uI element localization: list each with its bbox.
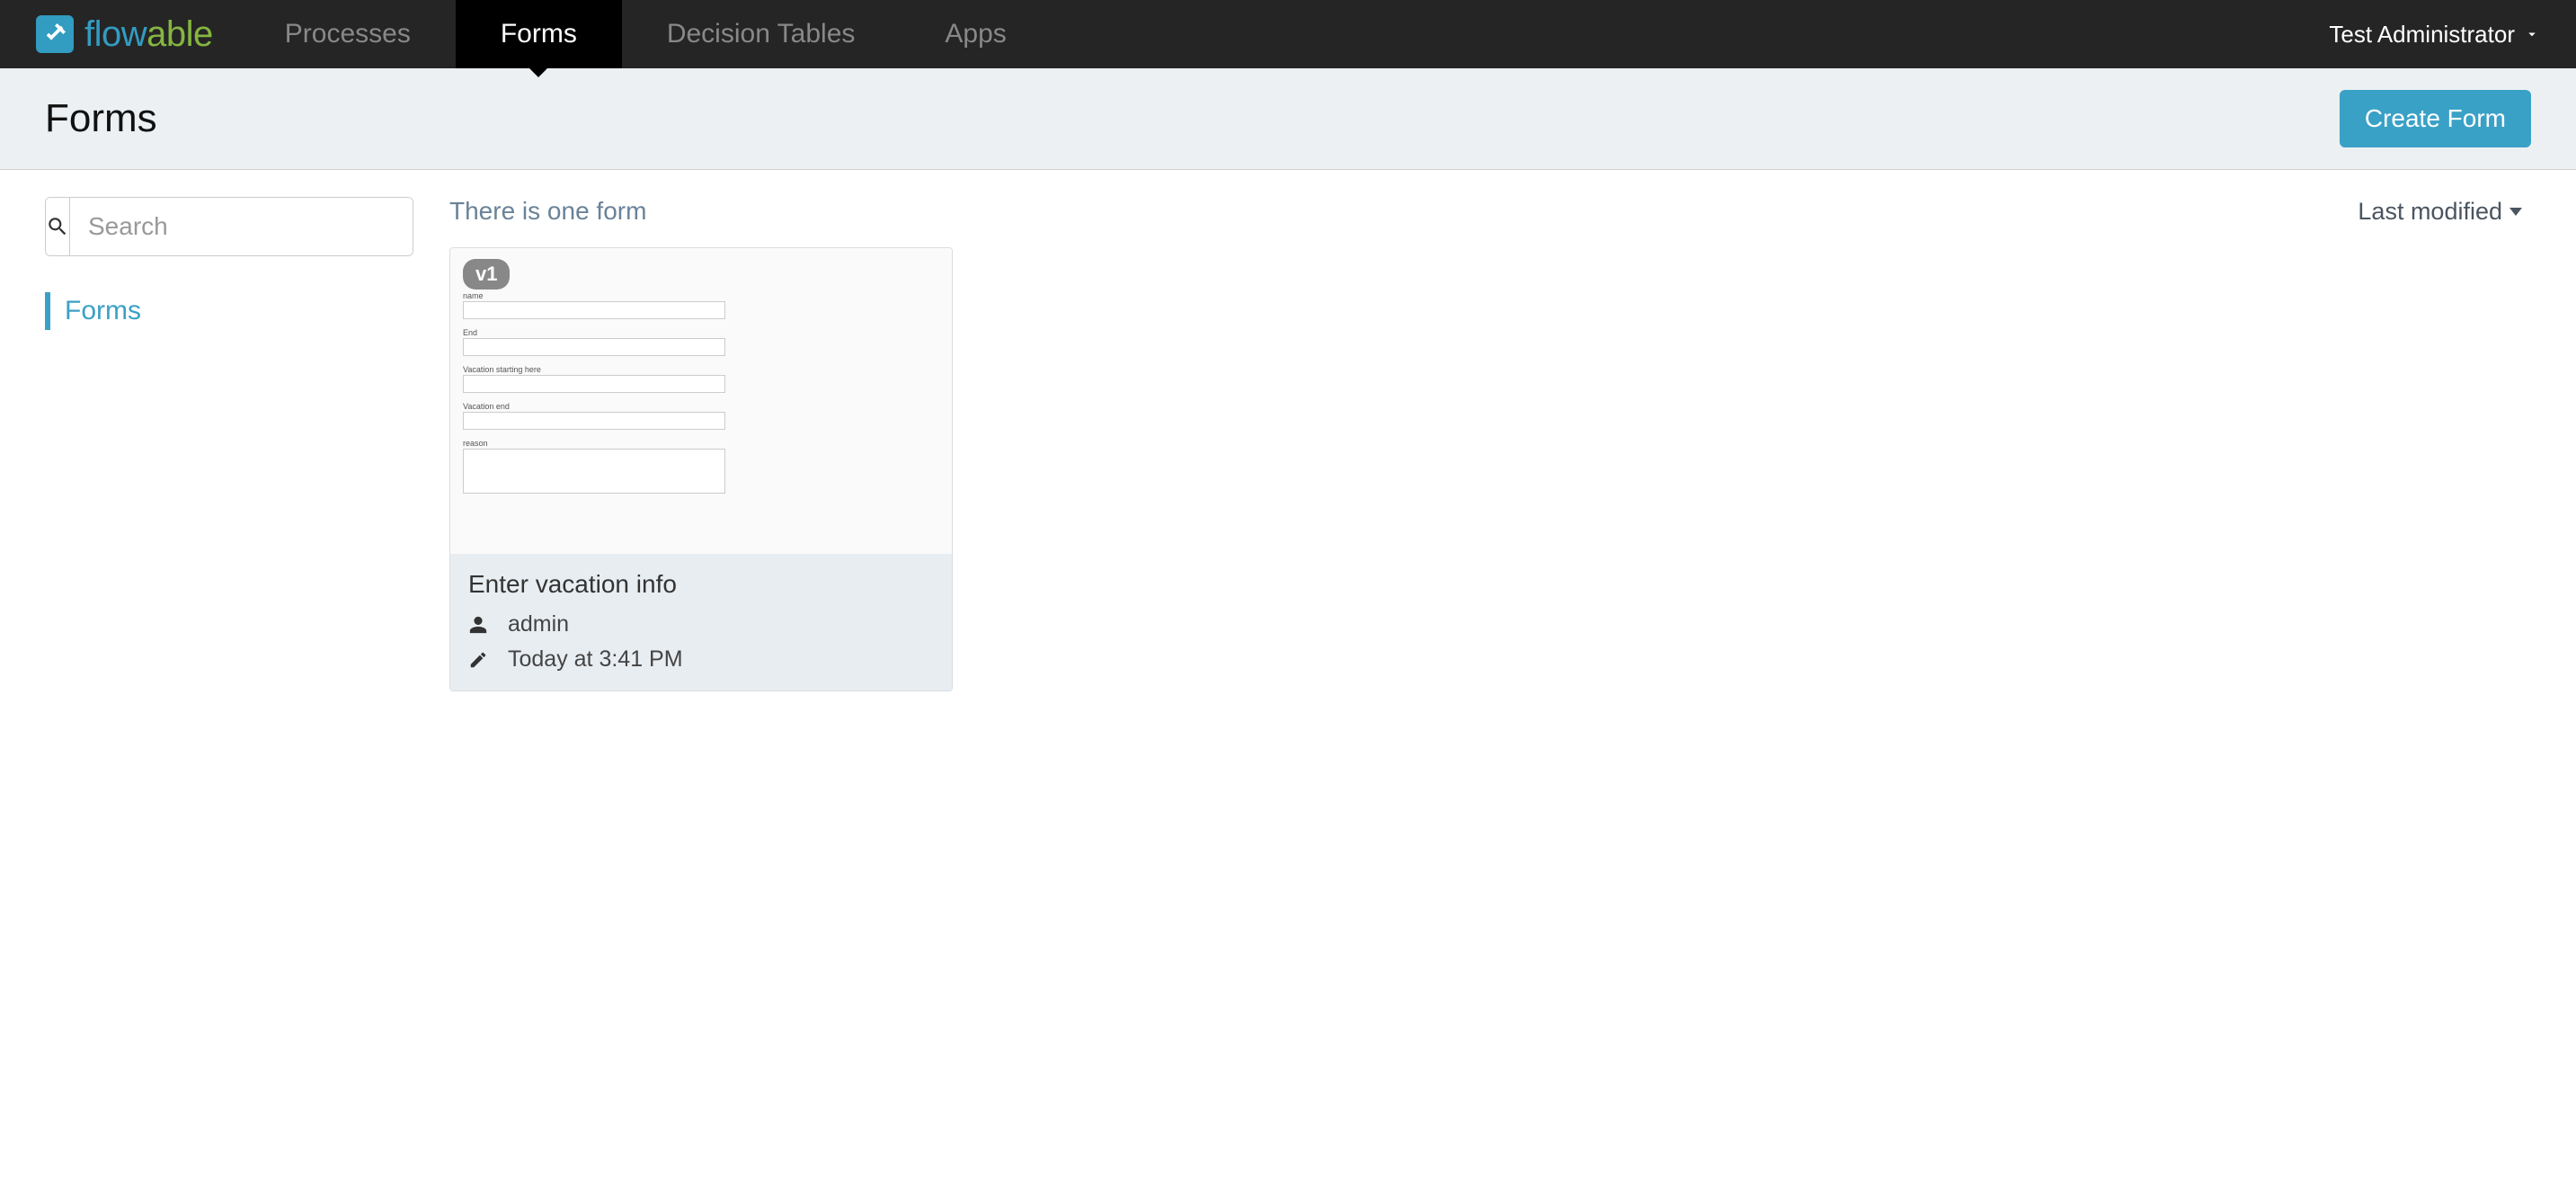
page-title: Forms xyxy=(45,96,157,141)
brand-logo-icon xyxy=(36,15,74,53)
card-author: admin xyxy=(508,611,569,637)
card-modified: Today at 3:41 PM xyxy=(508,646,683,673)
preview-field-label: End xyxy=(463,328,725,337)
content: There is one form Last modified v1 name … xyxy=(449,170,2576,718)
main: Forms There is one form Last modified v1… xyxy=(0,170,2576,718)
preview-field-box xyxy=(463,449,725,494)
preview-field-label: reason xyxy=(463,439,725,448)
cards-grid: v1 name End Vacation starting here Vacat… xyxy=(449,247,2522,691)
nav-tab-decision-tables[interactable]: Decision Tables xyxy=(622,0,901,68)
top-navbar: flowable Processes Forms Decision Tables… xyxy=(0,0,2576,68)
nav-tabs: Processes Forms Decision Tables Apps xyxy=(240,0,1052,68)
card-meta: Enter vacation info admin Today at 3:41 … xyxy=(450,554,952,691)
card-preview-form: name End Vacation starting here Vacation… xyxy=(463,291,725,494)
preview-field-box xyxy=(463,301,725,319)
preview-field-box xyxy=(463,375,725,393)
preview-field-label: Vacation starting here xyxy=(463,365,725,374)
preview-field-label: name xyxy=(463,291,725,300)
sidebar: Forms xyxy=(0,170,449,718)
create-form-button[interactable]: Create Form xyxy=(2340,90,2531,147)
brand-text: flowable xyxy=(84,14,213,55)
nav-tab-processes[interactable]: Processes xyxy=(240,0,456,68)
sidebar-filters: Forms xyxy=(45,292,413,330)
card-modified-row: Today at 3:41 PM xyxy=(468,646,934,673)
chevron-down-icon xyxy=(2524,21,2540,49)
nav-tab-forms[interactable]: Forms xyxy=(456,0,622,68)
brand-text-part1: flow xyxy=(84,14,147,55)
user-menu[interactable]: Test Administrator xyxy=(2329,0,2576,68)
subheader: Forms Create Form xyxy=(0,68,2576,170)
nav-tab-apps[interactable]: Apps xyxy=(900,0,1051,68)
search-box xyxy=(45,197,413,256)
card-author-row: admin xyxy=(468,611,934,637)
user-icon xyxy=(468,615,508,635)
results-count: There is one form xyxy=(449,197,646,226)
sidebar-filter-forms[interactable]: Forms xyxy=(45,292,413,330)
preview-field-box xyxy=(463,412,725,430)
form-card[interactable]: v1 name End Vacation starting here Vacat… xyxy=(449,247,953,691)
brand-text-part2: able xyxy=(147,14,213,55)
preview-field-box xyxy=(463,338,725,356)
brand[interactable]: flowable xyxy=(0,0,240,68)
search-icon xyxy=(46,198,70,255)
content-top: There is one form Last modified xyxy=(449,197,2522,226)
preview-field-label: Vacation end xyxy=(463,402,725,411)
pencil-icon xyxy=(468,650,508,670)
search-input[interactable] xyxy=(70,198,413,255)
sort-dropdown-label: Last modified xyxy=(2358,198,2502,226)
caret-down-icon xyxy=(2509,208,2522,216)
card-preview: v1 name End Vacation starting here Vacat… xyxy=(450,248,952,554)
version-badge: v1 xyxy=(463,259,510,290)
user-menu-label: Test Administrator xyxy=(2329,21,2515,49)
sort-dropdown[interactable]: Last modified xyxy=(2358,198,2522,226)
card-title: Enter vacation info xyxy=(468,570,934,599)
